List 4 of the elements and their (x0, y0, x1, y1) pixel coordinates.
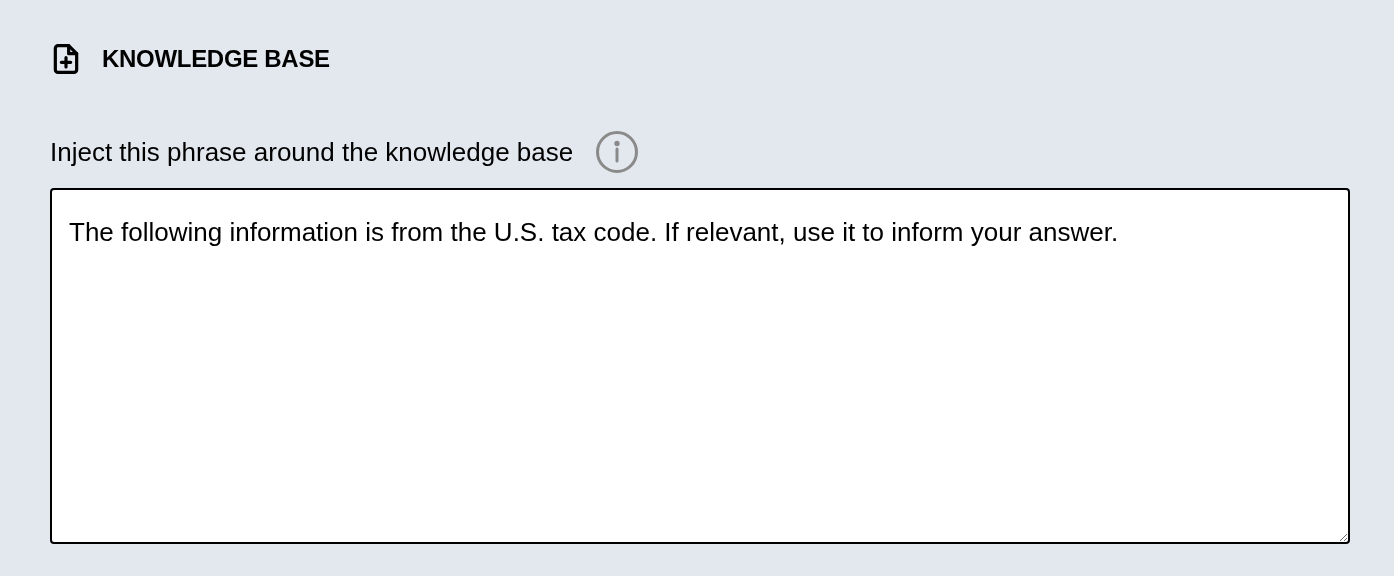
field-label: Inject this phrase around the knowledge base (50, 135, 574, 169)
info-icon[interactable] (595, 130, 640, 174)
text-area[interactable]: The following information is from the U.S. tax code. If relevant, use it to inform your answer. (50, 188, 1350, 544)
section-title: KNOWLEDGE BASE (102, 44, 330, 74)
